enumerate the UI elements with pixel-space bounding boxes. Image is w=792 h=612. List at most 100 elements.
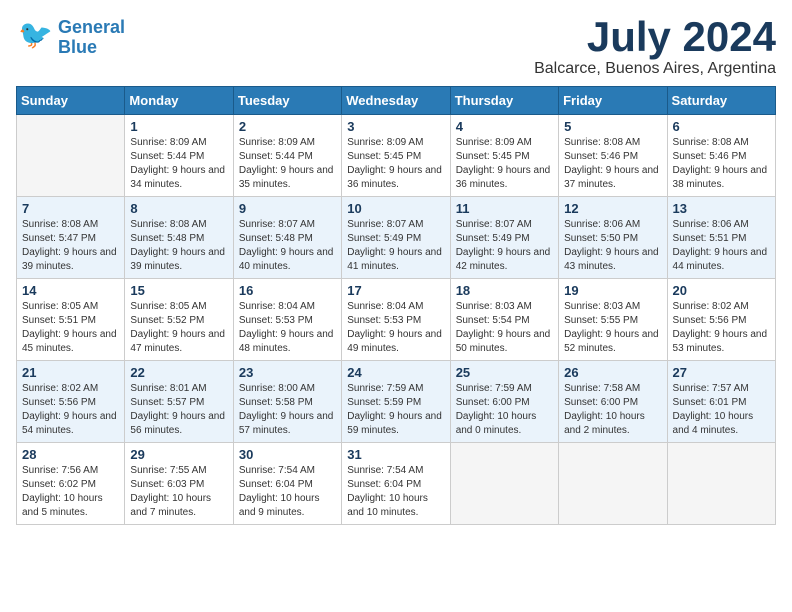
- day-number: 30: [239, 447, 336, 462]
- calendar-cell: 12 Sunrise: 8:06 AMSunset: 5:50 PMDayligh…: [559, 197, 667, 279]
- month-title: July 2024: [534, 16, 776, 58]
- calendar-cell: [450, 443, 558, 525]
- calendar-cell: 25 Sunrise: 7:59 AMSunset: 6:00 PMDayligh…: [450, 361, 558, 443]
- day-info: Sunrise: 8:07 AMSunset: 5:49 PMDaylight:…: [456, 218, 553, 274]
- calendar-cell: 7 Sunrise: 8:08 AMSunset: 5:47 PMDaylight…: [17, 197, 125, 279]
- calendar-cell: 21Sunrise: 8:02 AMSunset: 5:56 PMDayligh…: [17, 361, 125, 443]
- day-info: Sunrise: 7:56 AMSunset: 6:02 PMDaylight:…: [22, 464, 119, 520]
- day-number: 17: [347, 283, 444, 298]
- day-info: Sunrise: 8:07 AMSunset: 5:49 PMDaylight:…: [347, 218, 444, 274]
- day-number: 15: [130, 283, 227, 298]
- logo-icon: 🐦: [16, 16, 54, 54]
- day-info: Sunrise: 8:08 AMSunset: 5:47 PMDaylight:…: [22, 218, 119, 274]
- location-title: Balcarce, Buenos Aires, Argentina: [534, 60, 776, 78]
- weekday-friday: Friday: [559, 87, 667, 115]
- day-info: Sunrise: 8:03 AMSunset: 5:54 PMDaylight:…: [456, 300, 553, 356]
- day-number: 13: [673, 201, 770, 216]
- calendar-cell: 26 Sunrise: 7:58 AMSunset: 6:00 PMDayligh…: [559, 361, 667, 443]
- week-row-1: 1Sunrise: 8:09 AMSunset: 5:44 PMDaylight…: [17, 115, 776, 197]
- day-number: 27: [673, 365, 770, 380]
- day-info: Sunrise: 7:54 AMSunset: 6:04 PMDaylight:…: [239, 464, 336, 520]
- calendar-cell: 5 Sunrise: 8:08 AMSunset: 5:46 PMDaylight…: [559, 115, 667, 197]
- day-number: 24: [347, 365, 444, 380]
- calendar-cell: 31 Sunrise: 7:54 AMSunset: 6:04 PMDayligh…: [342, 443, 450, 525]
- day-number: 18: [456, 283, 553, 298]
- day-info: Sunrise: 7:54 AMSunset: 6:04 PMDaylight:…: [347, 464, 444, 520]
- calendar-cell: 30 Sunrise: 7:54 AMSunset: 6:04 PMDayligh…: [233, 443, 341, 525]
- calendar-cell: 8 Sunrise: 8:08 AMSunset: 5:48 PMDaylight…: [125, 197, 233, 279]
- calendar-cell: 28 Sunrise: 7:56 AMSunset: 6:02 PMDayligh…: [17, 443, 125, 525]
- page-header: 🐦 GeneralBlue July 2024 Balcarce, Buenos…: [16, 16, 776, 78]
- day-info: Sunrise: 7:57 AMSunset: 6:01 PMDaylight:…: [673, 382, 770, 438]
- day-info: Sunrise: 7:58 AMSunset: 6:00 PMDaylight:…: [564, 382, 661, 438]
- calendar-cell: 19 Sunrise: 8:03 AMSunset: 5:55 PMDayligh…: [559, 279, 667, 361]
- calendar-cell: 22 Sunrise: 8:01 AMSunset: 5:57 PMDayligh…: [125, 361, 233, 443]
- day-info: Sunrise: 8:09 AMSunset: 5:44 PMDaylight:…: [130, 136, 227, 192]
- day-number: 8: [130, 201, 227, 216]
- day-info: Sunrise: 8:02 AMSunset: 5:56 PMDaylight:…: [673, 300, 770, 356]
- day-number: 22: [130, 365, 227, 380]
- weekday-header-row: SundayMondayTuesdayWednesdayThursdayFrid…: [17, 87, 776, 115]
- day-info: Sunrise: 8:04 AMSunset: 5:53 PMDaylight:…: [347, 300, 444, 356]
- weekday-monday: Monday: [125, 87, 233, 115]
- day-info: Sunrise: 8:00 AMSunset: 5:58 PMDaylight:…: [239, 382, 336, 438]
- day-number: 21: [22, 365, 119, 380]
- day-info: Sunrise: 7:55 AMSunset: 6:03 PMDaylight:…: [130, 464, 227, 520]
- day-number: 12: [564, 201, 661, 216]
- calendar-cell: [559, 443, 667, 525]
- calendar-cell: 29 Sunrise: 7:55 AMSunset: 6:03 PMDayligh…: [125, 443, 233, 525]
- day-number: 31: [347, 447, 444, 462]
- day-number: 3: [347, 119, 444, 134]
- calendar-cell: [17, 115, 125, 197]
- day-number: 19: [564, 283, 661, 298]
- day-number: 6: [673, 119, 770, 134]
- day-info: Sunrise: 8:09 AMSunset: 5:45 PMDaylight:…: [347, 136, 444, 192]
- weekday-saturday: Saturday: [667, 87, 775, 115]
- calendar-cell: 6 Sunrise: 8:08 AMSunset: 5:46 PMDaylight…: [667, 115, 775, 197]
- day-number: 10: [347, 201, 444, 216]
- calendar-cell: 17 Sunrise: 8:04 AMSunset: 5:53 PMDayligh…: [342, 279, 450, 361]
- day-info: Sunrise: 8:08 AMSunset: 5:46 PMDaylight:…: [673, 136, 770, 192]
- day-info: Sunrise: 8:06 AMSunset: 5:50 PMDaylight:…: [564, 218, 661, 274]
- calendar-cell: 27 Sunrise: 7:57 AMSunset: 6:01 PMDayligh…: [667, 361, 775, 443]
- calendar-cell: [667, 443, 775, 525]
- day-number: 29: [130, 447, 227, 462]
- day-info: Sunrise: 8:01 AMSunset: 5:57 PMDaylight:…: [130, 382, 227, 438]
- day-info: Sunrise: 8:09 AMSunset: 5:45 PMDaylight:…: [456, 136, 553, 192]
- title-block: July 2024 Balcarce, Buenos Aires, Argent…: [534, 16, 776, 78]
- calendar-cell: 20Sunrise: 8:02 AMSunset: 5:56 PMDayligh…: [667, 279, 775, 361]
- weekday-sunday: Sunday: [17, 87, 125, 115]
- calendar-cell: 24Sunrise: 7:59 AMSunset: 5:59 PMDayligh…: [342, 361, 450, 443]
- week-row-4: 21Sunrise: 8:02 AMSunset: 5:56 PMDayligh…: [17, 361, 776, 443]
- weekday-tuesday: Tuesday: [233, 87, 341, 115]
- day-info: Sunrise: 8:06 AMSunset: 5:51 PMDaylight:…: [673, 218, 770, 274]
- day-number: 11: [456, 201, 553, 216]
- day-number: 26: [564, 365, 661, 380]
- weekday-thursday: Thursday: [450, 87, 558, 115]
- day-info: Sunrise: 7:59 AMSunset: 6:00 PMDaylight:…: [456, 382, 553, 438]
- logo: 🐦 GeneralBlue: [16, 16, 125, 59]
- week-row-5: 28 Sunrise: 7:56 AMSunset: 6:02 PMDayligh…: [17, 443, 776, 525]
- day-number: 9: [239, 201, 336, 216]
- day-number: 25: [456, 365, 553, 380]
- calendar-cell: 15Sunrise: 8:05 AMSunset: 5:52 PMDayligh…: [125, 279, 233, 361]
- day-info: Sunrise: 8:08 AMSunset: 5:46 PMDaylight:…: [564, 136, 661, 192]
- day-info: Sunrise: 8:03 AMSunset: 5:55 PMDaylight:…: [564, 300, 661, 356]
- day-number: 23: [239, 365, 336, 380]
- day-number: 7: [22, 201, 119, 216]
- day-number: 14: [22, 283, 119, 298]
- day-number: 5: [564, 119, 661, 134]
- weekday-wednesday: Wednesday: [342, 87, 450, 115]
- day-info: Sunrise: 8:08 AMSunset: 5:48 PMDaylight:…: [130, 218, 227, 274]
- day-info: Sunrise: 8:07 AMSunset: 5:48 PMDaylight:…: [239, 218, 336, 274]
- calendar-cell: 9 Sunrise: 8:07 AMSunset: 5:48 PMDaylight…: [233, 197, 341, 279]
- svg-text:🐦: 🐦: [18, 19, 53, 50]
- day-number: 16: [239, 283, 336, 298]
- week-row-2: 7 Sunrise: 8:08 AMSunset: 5:47 PMDaylight…: [17, 197, 776, 279]
- calendar-cell: 16Sunrise: 8:04 AMSunset: 5:53 PMDayligh…: [233, 279, 341, 361]
- day-number: 28: [22, 447, 119, 462]
- calendar-cell: 4Sunrise: 8:09 AMSunset: 5:45 PMDaylight…: [450, 115, 558, 197]
- calendar-cell: 14Sunrise: 8:05 AMSunset: 5:51 PMDayligh…: [17, 279, 125, 361]
- calendar-cell: 18 Sunrise: 8:03 AMSunset: 5:54 PMDayligh…: [450, 279, 558, 361]
- calendar-cell: 2Sunrise: 8:09 AMSunset: 5:44 PMDaylight…: [233, 115, 341, 197]
